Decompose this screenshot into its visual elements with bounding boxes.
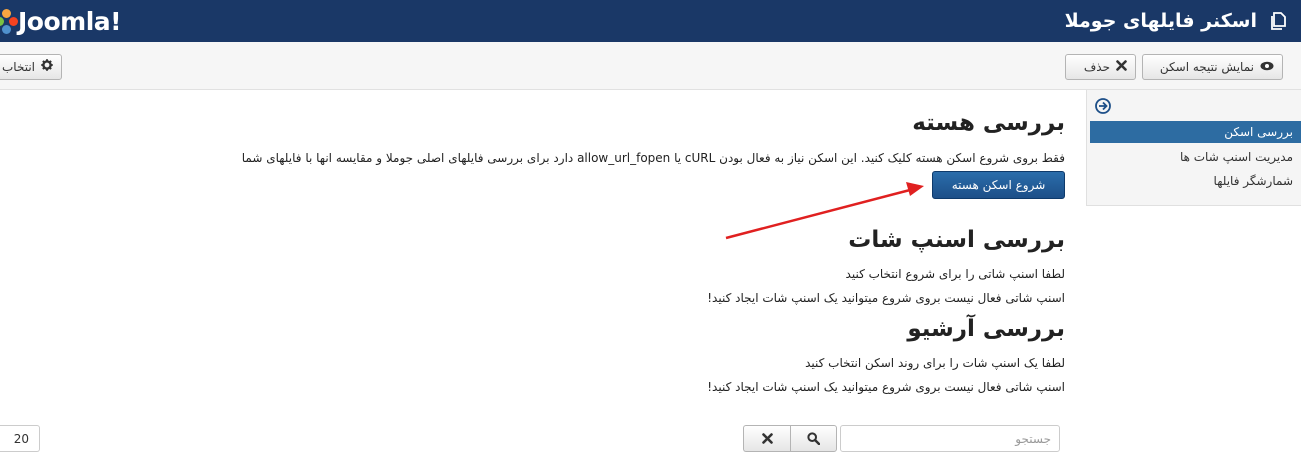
page-title: اسکنر فایلهای جوملا: [1064, 10, 1257, 32]
toolbar: نمایش نتیجه اسکن حذف انتخاب: [0, 42, 1301, 90]
gear-icon: [41, 59, 53, 75]
close-icon: [761, 433, 773, 444]
joomla-logo[interactable]: Joomla!: [0, 0, 122, 42]
delete-label: حذف: [1083, 60, 1110, 74]
options-label: انتخاب: [2, 60, 35, 74]
eye-icon: [1260, 60, 1274, 75]
sidebar-item-file-counter[interactable]: شمارشگر فایلها: [1090, 170, 1301, 192]
options-button[interactable]: انتخاب: [0, 54, 62, 80]
sidebar-item-label: مدیریت اسنپ شات ها: [1179, 150, 1293, 164]
header-bar: Joomla! اسکنر فایلهای جوملا: [0, 0, 1301, 42]
start-core-scan-button[interactable]: شروع اسکن هسته: [932, 171, 1065, 199]
core-check-description: فقط بروی شروع اسکن هسته کلیک کنید. این ا…: [241, 151, 1065, 165]
copy-icon: [1271, 12, 1286, 30]
search-icon: [807, 432, 820, 445]
sidebar: بررسی اسکن مدیریت اسنپ شات ها شمارشگر فا…: [1086, 90, 1301, 206]
sidebar-item-label: بررسی اسکن: [1224, 125, 1293, 139]
search-input[interactable]: [840, 425, 1060, 452]
core-check-title: بررسی هسته: [912, 110, 1065, 136]
list-limit-select[interactable]: 20: [0, 425, 40, 452]
archive-check-title: بررسی آرشیو: [907, 316, 1065, 342]
snapshot-check-title: بررسی اسنپ شات: [848, 227, 1065, 253]
clear-search-button[interactable]: [743, 425, 790, 452]
close-icon: [1116, 59, 1127, 75]
search-button[interactable]: [790, 425, 837, 452]
list-limit-value: 20: [13, 431, 29, 446]
snapshot-check-line1: لطفا اسنپ شاتی را برای شروع انتخاب کنید: [845, 267, 1065, 281]
circle-arrow-right-icon[interactable]: [1095, 98, 1111, 114]
sidebar-item-scan-check[interactable]: بررسی اسکن: [1090, 121, 1301, 143]
archive-check-line2: اسنپ شاتی فعال نیست بروی شروع میتوانید ی…: [707, 380, 1065, 394]
sidebar-item-snapshot-management[interactable]: مدیریت اسنپ شات ها: [1090, 146, 1301, 168]
show-results-label: نمایش نتیجه اسکن: [1159, 60, 1254, 74]
archive-check-line1: لطفا یک اسنپ شات را برای روند اسکن انتخا…: [805, 356, 1065, 370]
show-results-button[interactable]: نمایش نتیجه اسکن: [1142, 54, 1283, 80]
snapshot-check-line2: اسنپ شاتی فعال نیست بروی شروع میتوانید ی…: [707, 291, 1065, 305]
delete-button[interactable]: حذف: [1065, 54, 1136, 80]
sidebar-item-label: شمارشگر فایلها: [1213, 174, 1293, 188]
page-title-area: اسکنر فایلهای جوملا: [1065, 0, 1289, 42]
logo-text: Joomla!: [18, 6, 122, 36]
joomla-logo-icon: [0, 6, 18, 36]
